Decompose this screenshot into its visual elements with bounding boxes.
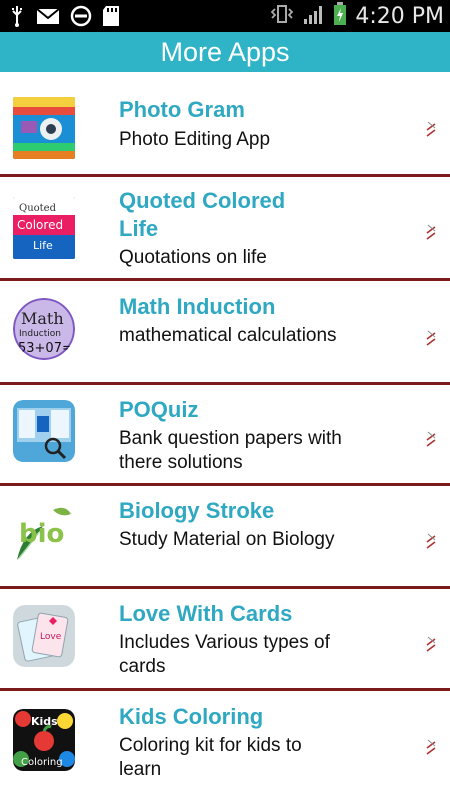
app-description: mathematical calculations: [119, 325, 337, 346]
app-description: Coloring kit for kids to learn: [119, 735, 302, 780]
math-induction-thumbnail: Math Induction 53+07=?: [13, 298, 75, 360]
svg-text:Love: Love: [40, 632, 62, 642]
app-item-quoted-colored-life[interactable]: Quoted Colored Life Quoted Colored Life …: [0, 177, 450, 281]
photo-gram-thumbnail: [13, 97, 75, 159]
app-item-kids-coloring[interactable]: Kids Coloring Kids Coloring Coloring kit…: [0, 691, 450, 797]
mail-icon: [36, 7, 60, 29]
app-description: Study Material on Biology: [119, 529, 335, 550]
app-item-love-with-cards[interactable]: Love Love With Cards Includes Various ty…: [0, 589, 450, 691]
app-description: Quotations on life: [119, 247, 267, 268]
title-bar: More Apps: [0, 32, 450, 72]
chevron-right-icon: [424, 530, 438, 550]
battery-charging-icon: [333, 2, 347, 30]
app-item-biology-stroke[interactable]: bio Biology Stroke Study Material on Bio…: [0, 486, 450, 589]
app-name: Math Induction: [119, 294, 276, 319]
biology-stroke-thumbnail: bio: [13, 502, 75, 564]
svg-text:Kids: Kids: [31, 715, 58, 728]
app-description: Includes Various types of cards: [119, 632, 330, 677]
svg-text:53+07=?: 53+07=?: [18, 341, 75, 356]
app-name: Quoted Colored Life: [119, 188, 286, 241]
signal-icon: [303, 3, 325, 29]
love-with-cards-thumbnail: Love: [13, 605, 75, 667]
app-item-math-induction[interactable]: Math Induction 53+07=? Math Induction ma…: [0, 281, 450, 385]
sd-card-icon: [102, 5, 120, 31]
app-description: Photo Editing App: [119, 129, 271, 150]
kids-coloring-thumbnail: Kids Coloring: [13, 709, 75, 771]
status-right: 4:20 PM: [269, 0, 444, 32]
app-list: Photo Gram Photo Editing App Quoted Colo…: [0, 72, 450, 797]
chevron-right-icon: [424, 736, 438, 756]
vibrate-icon: [269, 4, 295, 28]
svg-text:Math: Math: [21, 309, 64, 328]
app-item-photo-gram[interactable]: Photo Gram Photo Editing App: [0, 72, 450, 177]
page-title: More Apps: [160, 37, 290, 67]
chevron-right-icon: [424, 428, 438, 448]
svg-text:Life: Life: [33, 239, 53, 252]
status-bar: 4:20 PM: [0, 0, 450, 32]
app-name: Biology Stroke: [119, 498, 275, 523]
do-not-disturb-icon: [70, 5, 92, 31]
chevron-right-icon: [424, 221, 438, 241]
quoted-colored-life-thumbnail: Quoted Colored Life: [13, 197, 75, 259]
usb-icon: [8, 5, 26, 31]
status-left: [8, 5, 120, 31]
app-item-poquiz[interactable]: POQuiz Bank question papers with there s…: [0, 385, 450, 486]
clock: 4:20 PM: [355, 3, 444, 29]
svg-text:Induction: Induction: [19, 329, 61, 339]
app-name: Love With Cards: [119, 601, 293, 626]
svg-text:Quoted: Quoted: [19, 203, 57, 214]
svg-text:bio: bio: [19, 519, 64, 549]
chevron-right-icon: [424, 118, 438, 138]
chevron-right-icon: [424, 327, 438, 347]
app-description: Bank question papers with there solution…: [119, 428, 342, 473]
app-name: Photo Gram: [119, 97, 245, 122]
svg-text:Colored: Colored: [17, 218, 63, 232]
app-name: POQuiz: [119, 397, 199, 422]
svg-text:Coloring: Coloring: [21, 757, 63, 768]
chevron-right-icon: [424, 633, 438, 653]
poquiz-thumbnail: [13, 400, 75, 462]
app-name: Kids Coloring: [119, 704, 264, 729]
